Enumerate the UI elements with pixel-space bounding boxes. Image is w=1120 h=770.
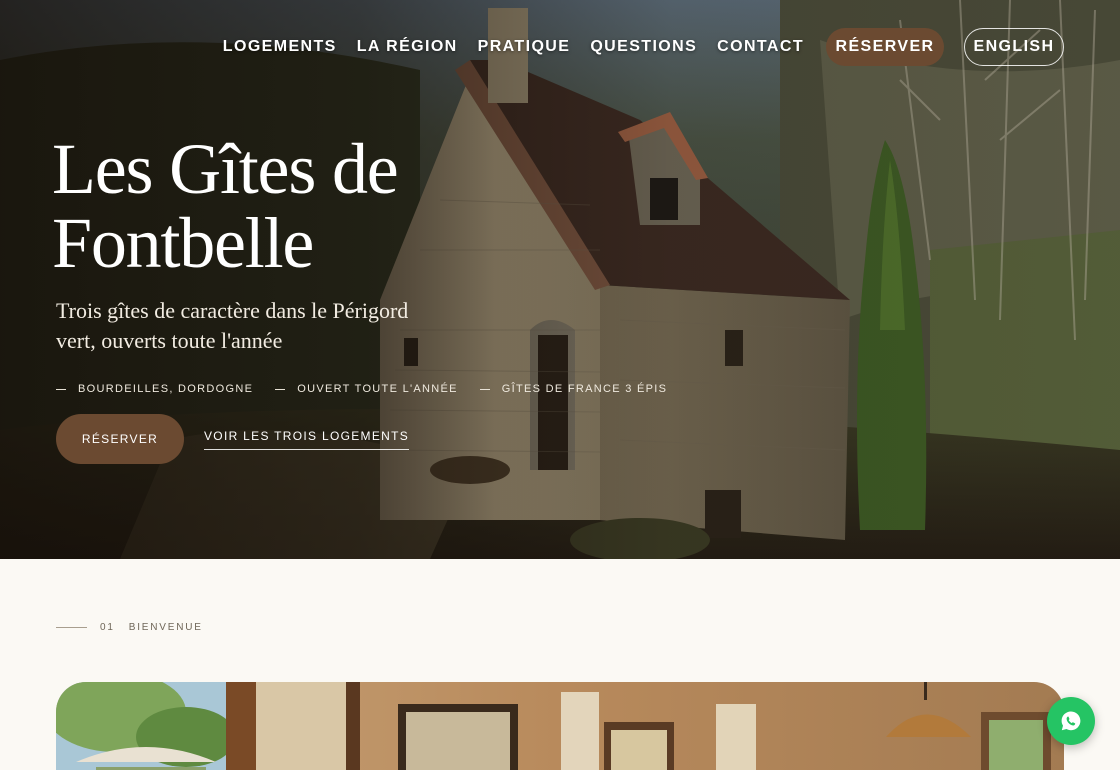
interior-photo-graphic <box>56 682 1064 770</box>
nav-reserve-button[interactable]: RÉSERVER <box>826 28 944 66</box>
main-navigation: LOGEMENTS LA RÉGION PRATIQUE QUESTIONS C… <box>223 28 1064 66</box>
hero-section: LOGEMENTS LA RÉGION PRATIQUE QUESTIONS C… <box>0 0 1120 559</box>
section-title: BIENVENUE <box>128 622 203 633</box>
nav-link-logements[interactable]: LOGEMENTS <box>223 38 337 56</box>
tag-text: OUVERT TOUTE L'ANNÉE <box>297 383 458 395</box>
hero-tag-rating: GÎTES DE FRANCE 3 ÉPIS <box>479 383 668 395</box>
whatsapp-chat-button[interactable] <box>1047 697 1095 745</box>
tag-text: BOURDEILLES, DORDOGNE <box>78 383 254 395</box>
nav-link-pratique[interactable]: PRATIQUE <box>478 38 571 56</box>
tag-dash <box>479 388 490 390</box>
tag-dash <box>56 388 66 390</box>
whatsapp-icon <box>1061 711 1081 731</box>
hero-title: Les Gîtes de Fontbelle <box>52 129 399 283</box>
tag-dash <box>275 388 286 390</box>
nav-link-la-region[interactable]: LA RÉGION <box>357 38 458 56</box>
welcome-interior-photo <box>56 682 1064 770</box>
tag-text: GÎTES DE FRANCE 3 ÉPIS <box>501 383 668 395</box>
hero-subtitle: Trois gîtes de caractère dans le Périgor… <box>56 298 409 353</box>
view-lodgings-link[interactable]: VOIR LES TROIS LOGEMENTS <box>204 429 410 450</box>
hero-reserve-button[interactable]: RÉSERVER <box>56 414 184 464</box>
hero-tag-open: OUVERT TOUTE L'ANNÉE <box>275 383 458 395</box>
hero-tags: BOURDEILLES, DORDOGNE OUVERT TOUTE L'ANN… <box>56 383 689 395</box>
section-divider-line <box>56 627 87 628</box>
hero-tag-location: BOURDEILLES, DORDOGNE <box>56 383 253 395</box>
language-switch-button[interactable]: ENGLISH <box>964 28 1064 66</box>
section-number: 01 <box>100 622 115 633</box>
section-label-welcome: 01 BIENVENUE <box>56 622 203 633</box>
nav-link-contact[interactable]: CONTACT <box>717 38 804 56</box>
nav-link-questions[interactable]: QUESTIONS <box>590 38 697 56</box>
hero-cta-row: RÉSERVER VOIR LES TROIS LOGEMENTS <box>56 414 410 464</box>
